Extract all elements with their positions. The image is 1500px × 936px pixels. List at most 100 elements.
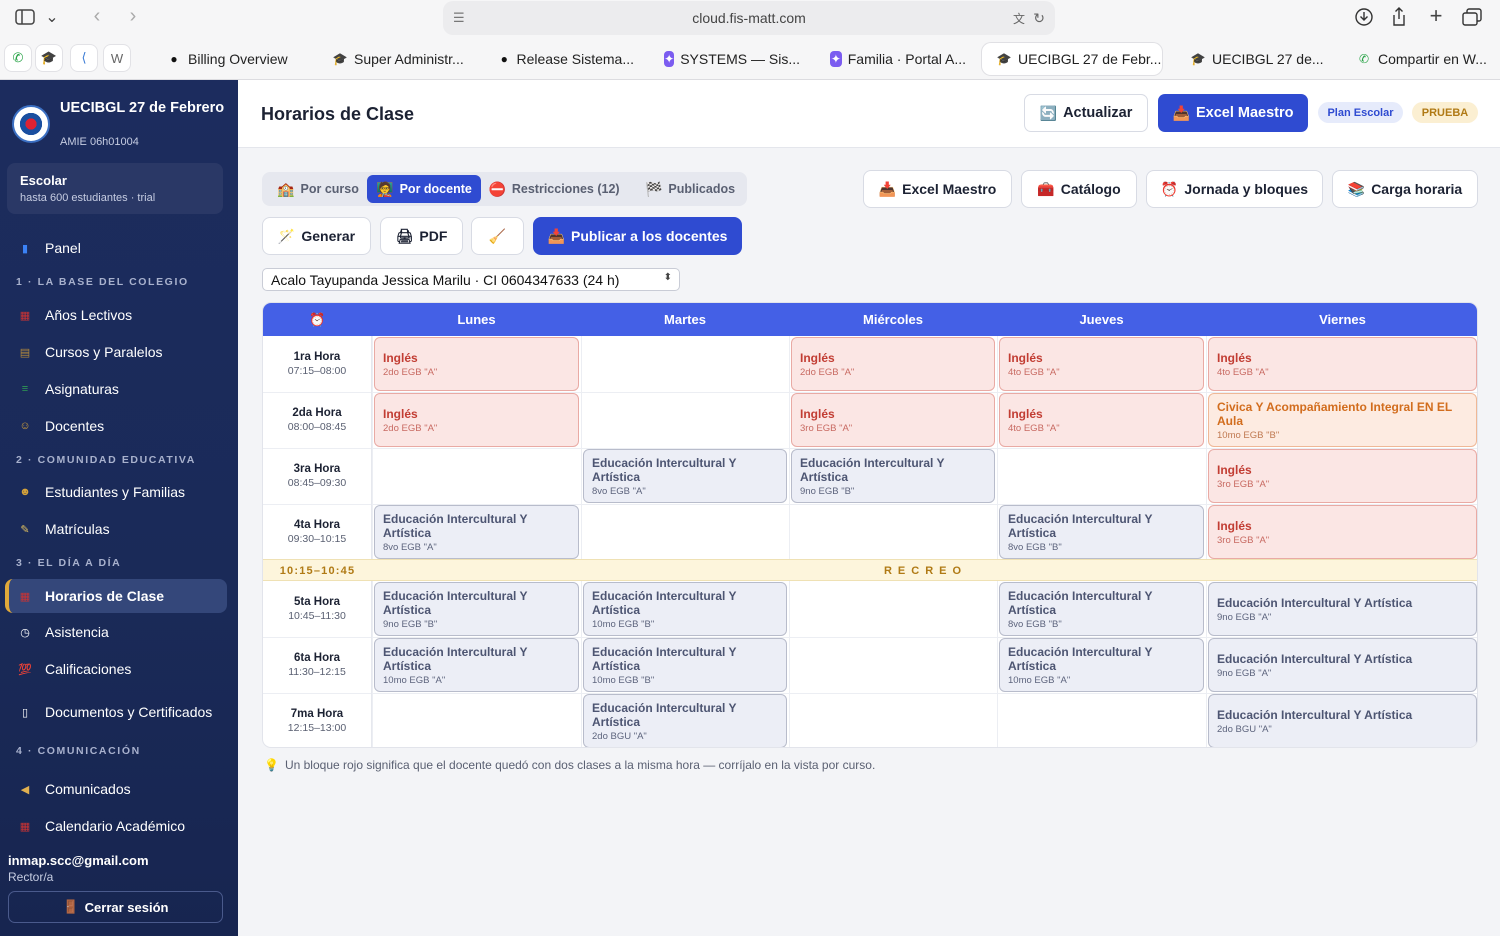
sidebar-item-horarios-de-clase[interactable]: ▦ Horarios de Clase [5,579,227,613]
jornada-button[interactable]: ⏰ Jornada y bloques [1146,170,1323,208]
schedule-block[interactable]: Educación Intercultural Y Artística 10mo … [583,638,787,692]
excel-master-header-button[interactable]: 📥 Excel Maestro [1158,94,1308,132]
schedule-block[interactable]: Educación Intercultural Y Artística 9no E… [1208,638,1477,692]
block-course: 10mo EGB "A" [383,674,446,686]
browser-tab[interactable]: 🎓 UECIBGL 27 de Febr... [982,43,1162,75]
new-tab-icon[interactable]: + [1425,3,1447,28]
sidebar-item-panel[interactable]: ▮ Panel [5,232,227,264]
sidebar-item-label: Comunicados [45,781,131,797]
grid-divider [789,336,790,747]
tab-restricciones[interactable]: ⛔ Restricciones (12) [488,175,620,203]
sidebar-item-matrículas[interactable]: ✎ Matrículas [5,513,227,545]
sidebar-item-cursos-y-paralelos[interactable]: ▤ Cursos y Paralelos [5,336,227,368]
page-header: Horarios de Clase 🔄 Actualizar 📥 Excel Mae… [238,80,1500,148]
tab-publicados[interactable]: 🏁 Publicados [640,175,740,203]
schedule-block[interactable]: Educación Intercultural Y Artística 10mo … [999,638,1204,692]
building-icon: ▤ [19,346,31,359]
schedule-block[interactable]: Inglés 2do EGB "A" [374,393,579,447]
app-icon[interactable]: ⟨ [71,45,97,71]
tab-overview-icon[interactable] [1461,5,1483,29]
logout-button[interactable]: 🚪 Cerrar sesión [8,891,223,923]
schedule-block[interactable]: Educación Intercultural Y Artística 8vo E… [583,449,787,503]
browser-tab[interactable]: 🎓 UECIBGL 27 de... [1176,43,1326,75]
url-text: cloud.fis-matt.com [692,10,806,26]
day-header: Lunes [372,303,581,336]
catalog-button[interactable]: 🧰 Catálogo [1021,170,1137,208]
whatsapp-icon[interactable]: ✆ [5,45,31,71]
sidebar-item-calendario-académico[interactable]: ▦ Calendario Académico [5,810,227,842]
student-icon: ☻ [19,486,31,498]
schedule-block[interactable]: Educación Intercultural Y Artística 10mo … [583,582,787,636]
test-pill: PRUEBA [1412,102,1478,123]
block-subject: Educación Intercultural Y Artística [1008,644,1153,673]
excel-master-button[interactable]: 📥 Excel Maestro [863,170,1012,208]
schedule-block[interactable]: Inglés 3ro EGB "A" [1208,505,1477,559]
page-menu-icon[interactable]: ☰ [453,10,465,26]
generate-button[interactable]: 🪄 Generar [262,217,371,255]
schedule-block[interactable]: Inglés 3ro EGB "A" [1208,449,1477,503]
schedule-block[interactable]: Educación Intercultural Y Artística 9no E… [374,582,579,636]
schedule-block[interactable]: Educación Intercultural Y Artística 10mo … [374,638,579,692]
schedule-block[interactable]: Inglés 2do EGB "A" [374,337,579,391]
schedule-block[interactable]: Educación Intercultural Y Artística 2do B… [583,694,787,747]
schedule-block[interactable]: Educación Intercultural Y Artística 8vo E… [999,505,1204,559]
no-entry-icon: ⛔ [488,180,506,197]
pdf-label: PDF [419,228,448,244]
translate-icon[interactable]: 文 [1013,10,1025,27]
browser-tab[interactable]: ✆ Compartir en W... [1342,43,1492,75]
sidebar-item-documentos-y-certificados[interactable]: ▯ Documentos y Certificados [5,690,227,734]
browser-tab[interactable]: ● Billing Overview [152,43,302,75]
browser-tab[interactable]: ✦ SYSTEMS — Sis... [650,43,800,75]
pdf-button[interactable]: 🖨 PDF [380,217,463,255]
schedule-block[interactable]: Educación Intercultural Y Artística 8vo E… [374,505,579,559]
sidebar-item-docentes[interactable]: ☺ Docentes [5,410,227,442]
browser-tab[interactable]: 🎓 Super Administr... [318,43,468,75]
block-course: 9no EGB "B" [800,485,855,497]
schedule-block[interactable]: Inglés 4to EGB "A" [999,337,1204,391]
select-arrows-icon: ⬍ [663,272,672,283]
tab-por-curso[interactable]: 🏫 Por curso [268,175,368,203]
teacher-select[interactable]: Acalo Tayupanda Jessica Marilu · CI 0604… [262,268,680,291]
address-bar[interactable]: ☰ cloud.fis-matt.com 文 ↻ [443,1,1055,35]
sidebar-item-comunicados[interactable]: ◀ Comunicados [5,773,227,805]
schedule-block[interactable]: Civica Y Acompañamiento Integral EN EL A… [1208,393,1477,447]
sidebar-item-calificaciones[interactable]: 💯 Calificaciones [5,653,227,685]
sidebar-item-años-lectivos[interactable]: ▦ Años Lectivos [5,299,227,331]
share-icon[interactable] [1388,5,1410,29]
browser-tab-label: Familia · Portal A... [847,51,966,67]
browser-tab[interactable]: ● Release Sistema... [484,43,634,75]
schedule-block[interactable]: Inglés 2do EGB "A" [791,337,995,391]
schedule-block[interactable]: Inglés 4to EGB "A" [999,393,1204,447]
chart-icon: ▮ [21,242,29,255]
block-subject: Inglés [1008,350,1043,365]
refresh-button[interactable]: 🔄 Actualizar [1024,94,1148,132]
schedule-block[interactable]: Inglés 4to EGB "A" [1208,337,1477,391]
chevron-down-icon[interactable]: ⌄ [42,6,62,28]
forward-icon[interactable]: › [122,4,144,28]
w-icon[interactable]: W [104,45,130,71]
tab-por-docente[interactable]: 🧑‍🏫 Por docente [367,175,481,203]
publish-button[interactable]: 📥 Publicar a los docentes [533,217,742,255]
excel-label: Excel Maestro [902,181,997,197]
schedule-block[interactable]: Educación Intercultural Y Artística 8vo E… [999,582,1204,636]
schedule-block[interactable]: Educación Intercultural Y Artística 9no E… [1208,582,1477,636]
block-course: 9no EGB "B" [383,618,438,630]
browser-tab[interactable]: ✦ Familia · Portal A... [816,43,966,75]
schedule-block[interactable]: Educación Intercultural Y Artística 2do B… [1208,694,1477,747]
sidebar-item-estudiantes-y-familias[interactable]: ☻ Estudiantes y Familias [5,476,227,508]
sidebar-item-asistencia[interactable]: ◷ Asistencia [5,616,227,648]
clear-button[interactable]: 🧹 [471,217,524,255]
download-icon[interactable] [1353,5,1375,29]
reload-icon[interactable]: ↻ [1033,10,1045,27]
carga-horaria-button[interactable]: 📚 Carga horaria [1332,170,1478,208]
refresh-icon: 🔄 [1039,104,1058,121]
block-course: 3ro EGB "A" [800,422,853,434]
sidebar-item-asignaturas[interactable]: ≡ Asignaturas [5,373,227,405]
period-name: 4ta Hora [293,519,341,531]
hundred-icon: 💯 [18,663,32,676]
schedule-block[interactable]: Inglés 3ro EGB "A" [791,393,995,447]
back-icon[interactable]: ‹ [86,4,108,28]
schedule-block[interactable]: Educación Intercultural Y Artística 9no E… [791,449,995,503]
sidebar-toggle-icon[interactable] [12,6,38,28]
school-icon[interactable]: 🎓 [36,45,62,71]
